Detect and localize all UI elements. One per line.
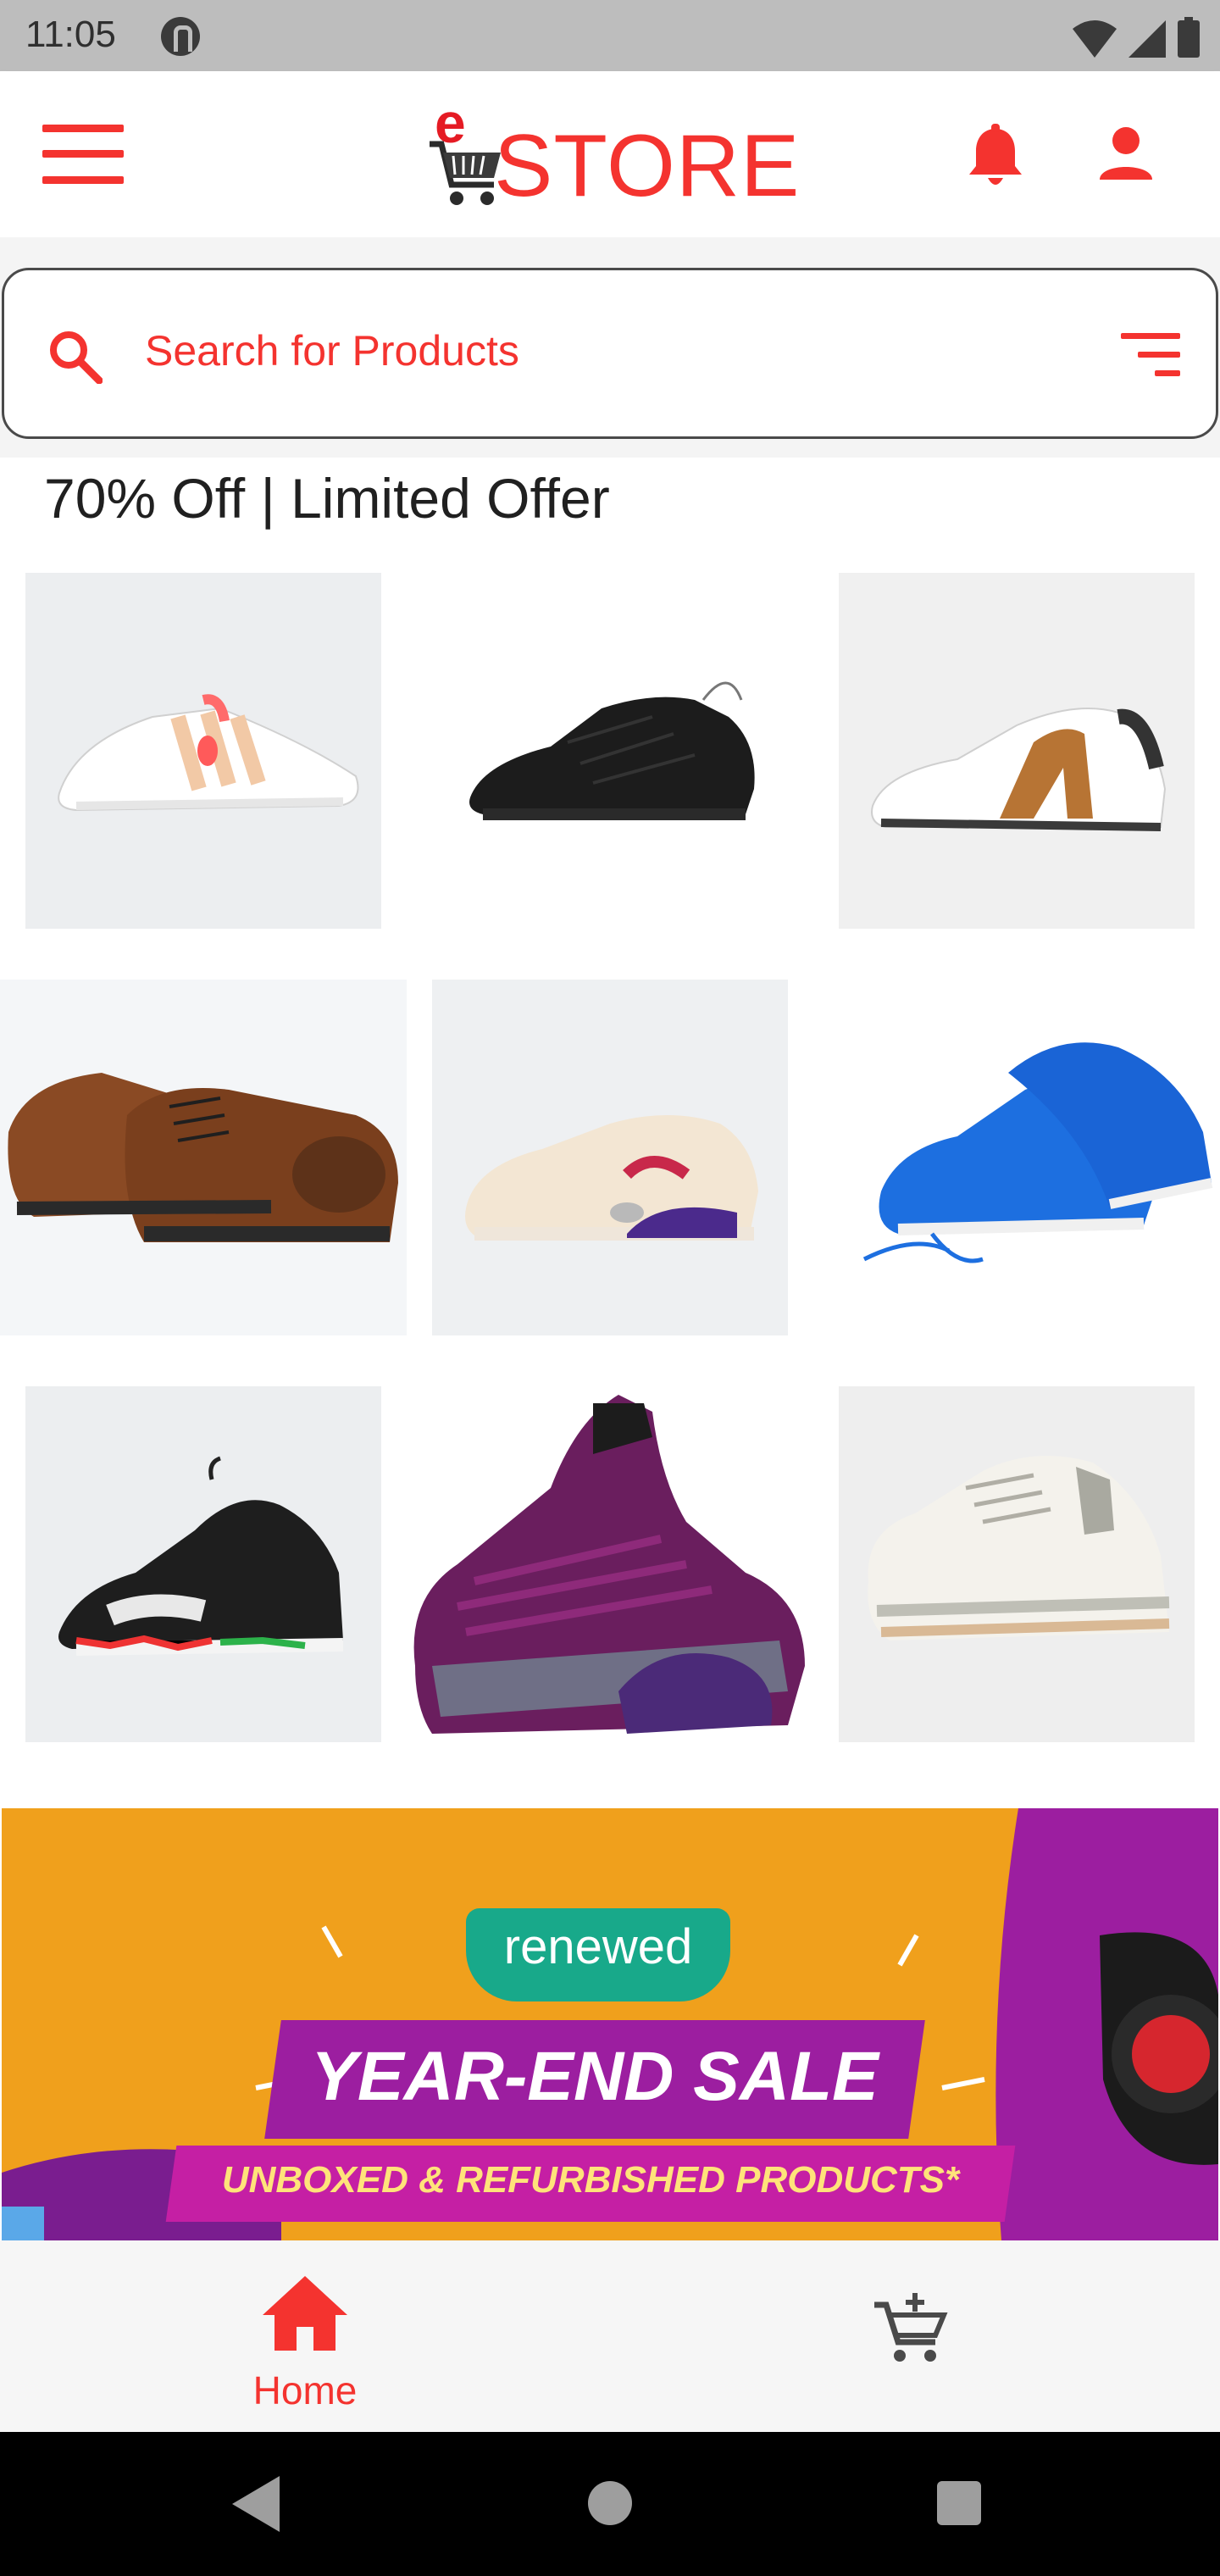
status-bar: 11:05 <box>0 0 1220 71</box>
product-card[interactable] <box>25 573 381 929</box>
status-icons <box>1073 15 1200 58</box>
system-navigation-bar <box>0 2432 1220 2576</box>
recent-apps-icon[interactable] <box>937 2481 981 2525</box>
search-icon <box>50 331 103 384</box>
product-image <box>58 694 359 812</box>
search-section <box>0 237 1220 458</box>
product-card[interactable] <box>813 980 1220 1335</box>
wifi-icon <box>1073 20 1117 58</box>
product-card[interactable] <box>407 1386 813 1742</box>
banner-tag: renewed <box>503 1919 693 1974</box>
add-to-cart-icon[interactable] <box>873 2291 949 2368</box>
notification-p-icon <box>161 17 200 56</box>
section-title: 70% Off | Limited Offer <box>44 467 610 530</box>
app-bar: e STORE <box>0 71 1220 237</box>
product-card[interactable] <box>432 980 788 1335</box>
product-card[interactable] <box>0 980 407 1335</box>
banner-subtitle: UNBOXED & REFURBISHED PRODUCTS* <box>221 2159 960 2201</box>
nav-home[interactable]: Home <box>203 2240 407 2432</box>
promo-banner[interactable]: renewed YEAR-END SALE UNBOXED & REFURBIS… <box>2 1808 1218 2240</box>
status-time: 11:05 <box>25 14 116 55</box>
person-icon[interactable] <box>1096 124 1156 183</box>
product-image <box>413 1395 805 1734</box>
banner-title: YEAR-END SALE <box>311 2038 879 2115</box>
search-box[interactable] <box>2 268 1218 439</box>
product-image <box>868 1456 1170 1641</box>
product-image <box>469 681 755 820</box>
home-icon <box>263 2276 347 2351</box>
bottom-navigation: Home <box>0 2240 1220 2432</box>
nav-home-label: Home <box>252 2368 358 2412</box>
product-card[interactable] <box>839 573 1195 929</box>
signal-icon <box>1128 20 1166 58</box>
filter-icon[interactable] <box>1121 333 1180 379</box>
product-card[interactable] <box>432 573 788 929</box>
battery-icon <box>1178 17 1200 58</box>
bell-icon[interactable] <box>966 124 1025 188</box>
product-image <box>8 1073 398 1242</box>
product-image <box>465 1115 758 1241</box>
logo-text: STORE <box>494 117 801 215</box>
product-card[interactable] <box>25 1386 381 1742</box>
product-image <box>58 1456 344 1656</box>
back-icon[interactable] <box>229 2474 281 2534</box>
search-input[interactable] <box>145 326 907 375</box>
logo-prefix: e <box>435 92 466 154</box>
product-image <box>862 1042 1213 1263</box>
menu-icon[interactable] <box>42 125 124 184</box>
product-card[interactable] <box>839 1386 1195 1742</box>
home-button-icon[interactable] <box>588 2481 632 2525</box>
product-image <box>871 708 1167 831</box>
store-logo: e STORE <box>428 95 799 214</box>
